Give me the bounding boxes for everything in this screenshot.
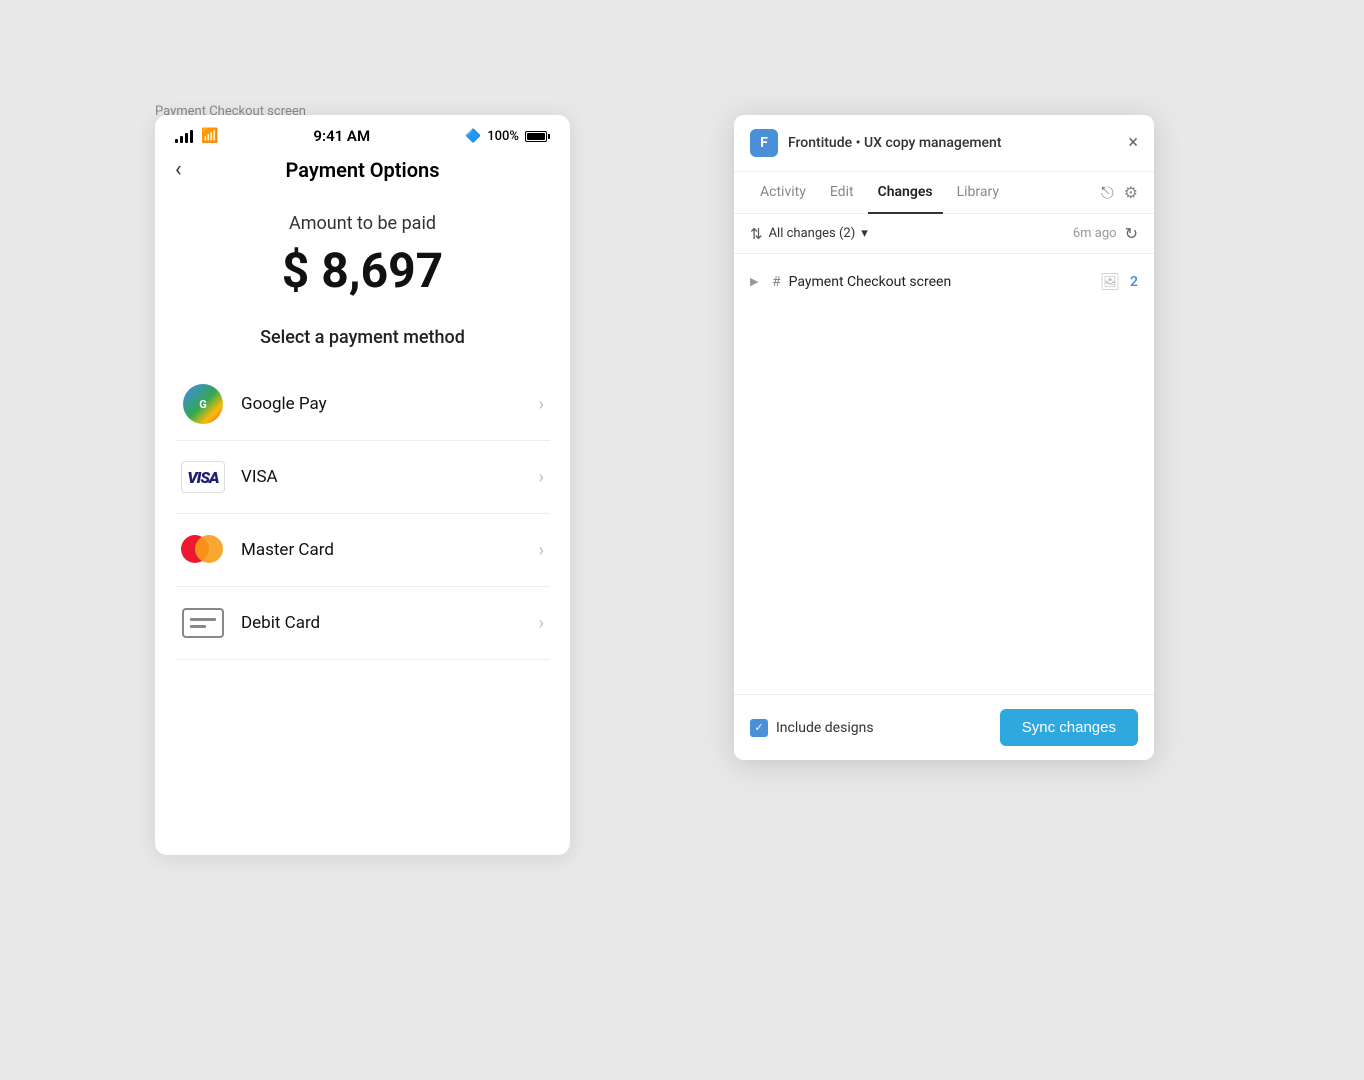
filter-button[interactable]: ⇅ All changes (2) ▾ bbox=[750, 225, 868, 243]
payment-item-debit[interactable]: Debit Card › bbox=[175, 587, 550, 660]
amount-label: Amount to be paid bbox=[175, 213, 550, 234]
google-pay-label: Google Pay bbox=[241, 394, 539, 414]
frontitude-logo: F bbox=[750, 129, 778, 157]
visa-icon: VISA bbox=[181, 455, 225, 499]
google-pay-icon: G bbox=[181, 382, 225, 426]
tab-changes[interactable]: Changes bbox=[868, 172, 943, 214]
settings-icon[interactable]: ⚙ bbox=[1124, 183, 1138, 202]
panel-tab-actions: ⎋ ⚙ bbox=[1101, 183, 1138, 203]
panel-app-name: Frontitude • UX copy management bbox=[788, 135, 1002, 151]
debit-card-icon bbox=[181, 601, 225, 645]
payment-item-mastercard[interactable]: Master Card › bbox=[175, 514, 550, 587]
visa-label: VISA bbox=[241, 467, 539, 487]
panel-tabs: Activity Edit Changes Library ⎋ ⚙ bbox=[734, 172, 1154, 214]
sync-changes-button[interactable]: Sync changes bbox=[1000, 709, 1138, 746]
battery-percent: 100% bbox=[487, 129, 519, 144]
tab-library[interactable]: Library bbox=[947, 172, 1009, 214]
close-button[interactable]: × bbox=[1128, 134, 1138, 152]
tab-edit[interactable]: Edit bbox=[820, 172, 864, 214]
chevron-right-icon: › bbox=[539, 467, 544, 488]
change-item[interactable]: ▶ # Payment Checkout screen 🖼 2 bbox=[734, 262, 1154, 301]
sort-icon: ⇅ bbox=[750, 225, 763, 243]
amount-value: $ 8,697 bbox=[175, 242, 550, 299]
mobile-content: Amount to be paid $ 8,697 Select a payme… bbox=[155, 193, 570, 855]
page-title: Payment Options bbox=[286, 158, 440, 182]
external-link-icon[interactable]: ⎋ bbox=[1101, 183, 1114, 203]
time-ago-label: 6m ago bbox=[1073, 226, 1117, 241]
filter-label: All changes (2) bbox=[769, 226, 856, 241]
payment-item-google-pay[interactable]: G Google Pay › bbox=[175, 368, 550, 441]
include-designs-label: Include designs bbox=[776, 720, 874, 736]
back-button[interactable]: ‹ bbox=[175, 159, 182, 181]
mastercard-label: Master Card bbox=[241, 540, 539, 560]
battery-icon bbox=[525, 131, 550, 142]
hash-icon: # bbox=[772, 274, 781, 290]
select-payment-label: Select a payment method bbox=[175, 327, 550, 348]
expand-arrow-icon: ▶ bbox=[750, 275, 764, 288]
tab-activity[interactable]: Activity bbox=[750, 172, 816, 214]
image-icon: 🖼 bbox=[1100, 272, 1120, 291]
bluetooth-icon: 🔷 bbox=[465, 129, 481, 144]
checkbox-icon: ✓ bbox=[750, 719, 768, 737]
status-bar: 📶 9:41 AM 🔷 100% bbox=[155, 115, 570, 151]
debit-card-label: Debit Card bbox=[241, 613, 539, 633]
chevron-right-icon: › bbox=[539, 613, 544, 634]
time-refresh: 6m ago ↻ bbox=[1073, 224, 1138, 243]
chevron-right-icon: › bbox=[539, 540, 544, 561]
status-time: 9:41 AM bbox=[313, 127, 370, 145]
status-left: 📶 bbox=[175, 128, 218, 144]
change-actions: 🖼 2 bbox=[1100, 272, 1138, 291]
status-right: 🔷 100% bbox=[465, 129, 550, 144]
change-name: Payment Checkout screen bbox=[789, 274, 1092, 290]
panel-header: F Frontitude • UX copy management × bbox=[734, 115, 1154, 172]
change-count: 2 bbox=[1130, 274, 1138, 290]
include-designs-checkbox[interactable]: ✓ Include designs bbox=[750, 719, 874, 737]
panel-content: ▶ # Payment Checkout screen 🖼 2 bbox=[734, 254, 1154, 694]
panel-toolbar: ⇅ All changes (2) ▾ 6m ago ↻ bbox=[734, 214, 1154, 254]
payment-item-visa[interactable]: VISA VISA › bbox=[175, 441, 550, 514]
frontitude-panel: F Frontitude • UX copy management × Acti… bbox=[734, 115, 1154, 760]
panel-footer: ✓ Include designs Sync changes bbox=[734, 694, 1154, 760]
signal-bars-icon bbox=[175, 129, 193, 143]
refresh-icon[interactable]: ↻ bbox=[1125, 224, 1138, 243]
nav-bar: ‹ Payment Options bbox=[155, 151, 570, 193]
wifi-icon: 📶 bbox=[201, 128, 218, 144]
panel-header-left: F Frontitude • UX copy management bbox=[750, 129, 1002, 157]
mobile-screen: 📶 9:41 AM 🔷 100% ‹ Payment Options Amoun… bbox=[155, 115, 570, 855]
mastercard-icon bbox=[181, 528, 225, 572]
chevron-right-icon: › bbox=[539, 394, 544, 415]
chevron-down-icon: ▾ bbox=[861, 226, 868, 241]
payment-methods-list: G Google Pay › VISA VISA › bbox=[175, 368, 550, 660]
